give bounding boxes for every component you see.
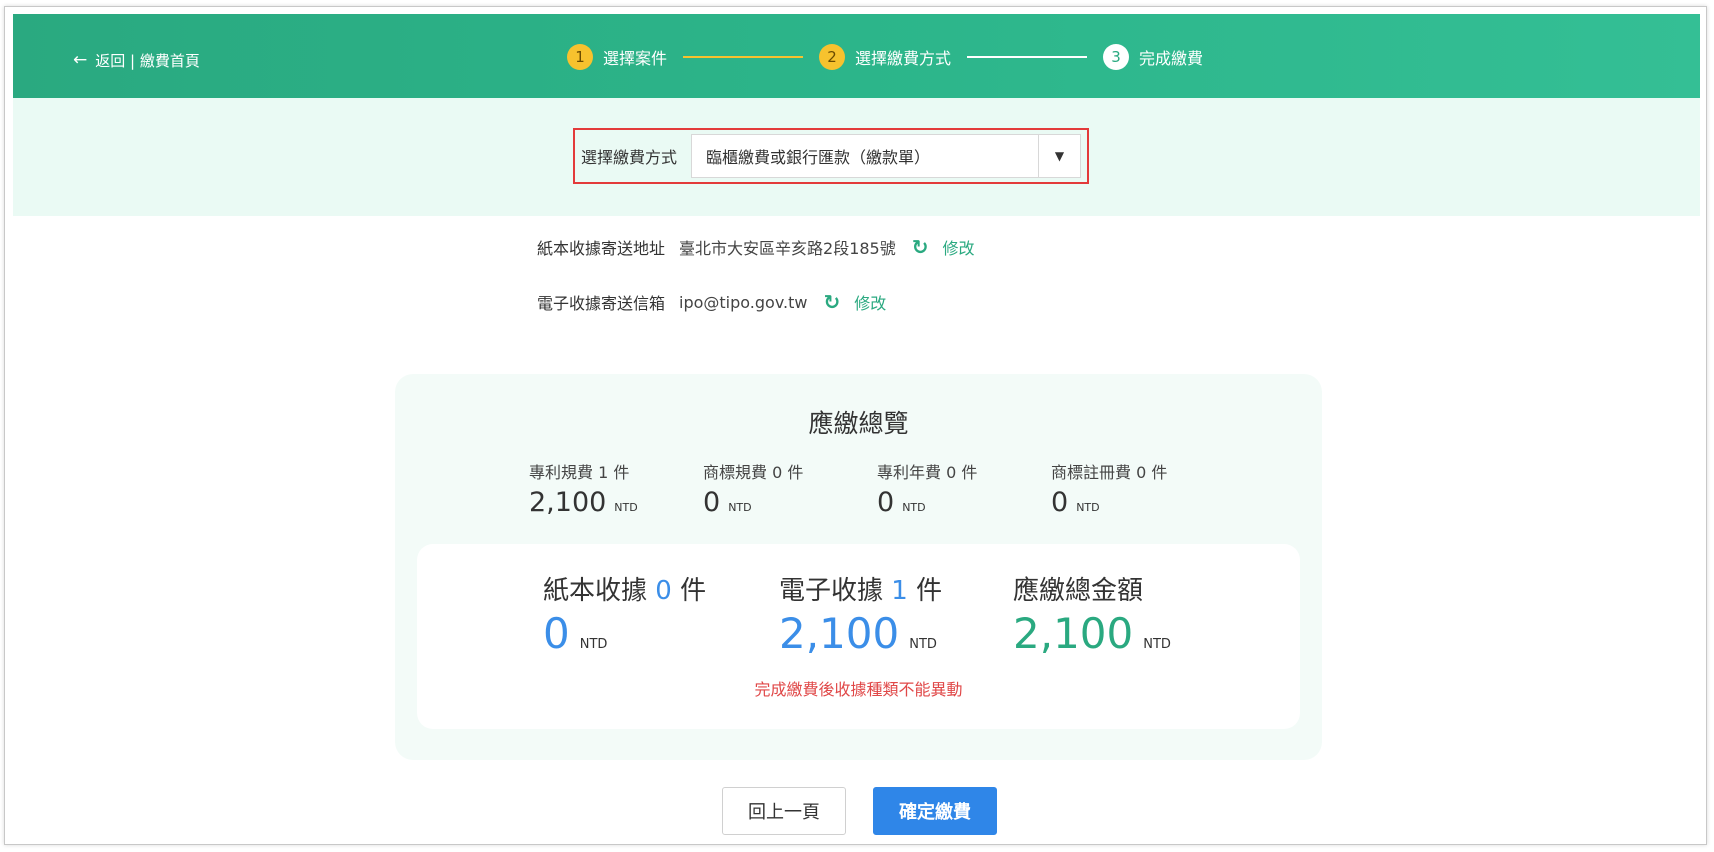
total-unit: NTD [1143, 637, 1171, 652]
step-3: 3 完成繳費 [1103, 44, 1203, 70]
total-label: 電子收據 1 件 [779, 576, 943, 606]
payment-method-highlight: 選擇繳費方式 臨櫃繳費或銀行匯款（繳款單） ▼ [573, 128, 1089, 184]
patent-fee-item: 專利規費 1 件 2,100 NTD [529, 459, 638, 518]
fee-amount: 0 [877, 487, 895, 518]
paper-receipt-count: 0 [655, 576, 672, 606]
paper-receipt-total: 紙本收據 0 件 0 NTD [543, 570, 706, 658]
fee-label: 專利年費 0 件 [877, 463, 978, 482]
total-label: 紙本收據 0 件 [543, 576, 707, 606]
fee-amount: 2,100 [529, 487, 607, 518]
electronic-receipt-total: 電子收據 1 件 2,100 NTD [779, 570, 942, 658]
email-receipt-label: 電子收據寄送信箱 [537, 294, 666, 313]
step-connector-2 [967, 56, 1088, 58]
totals-card: 紙本收據 0 件 0 NTD 電子收據 1 件 2,100 NTD 應繳總金額 … [417, 544, 1300, 729]
refresh-icon[interactable]: ↻ [824, 292, 841, 312]
back-link-label: 返回 | 繳費首頁 [95, 52, 200, 70]
step-connector-1 [683, 56, 804, 58]
grand-total-amount: 2,100 [1013, 609, 1134, 658]
total-unit: NTD [909, 637, 937, 652]
receipt-type-warning: 完成繳費後收據種類不能異動 [754, 680, 963, 699]
total-unit: NTD [579, 637, 608, 652]
payment-method-section: 選擇繳費方式 臨櫃繳費或銀行匯款（繳款單） ▼ [13, 98, 1700, 216]
arrow-left-icon: ← [73, 50, 88, 70]
payment-method-select[interactable]: 臨櫃繳費或銀行匯款（繳款單） ▼ [691, 134, 1081, 178]
electronic-receipt-count: 1 [891, 576, 908, 606]
paper-receipt-address-row: 紙本收據寄送地址 臺北市大安區辛亥路2段185號 ↻ 修改 [537, 235, 975, 259]
payment-method-value: 臨櫃繳費或銀行匯款（繳款單） [706, 148, 931, 167]
header-bar: ← 返回 | 繳費首頁 1 選擇案件 2 選擇繳費方式 3 完成繳費 [13, 14, 1700, 98]
patent-annual-fee-item: 專利年費 0 件 0 NTD [877, 459, 977, 518]
progress-steps: 1 選擇案件 2 選擇繳費方式 3 完成繳費 [567, 44, 1203, 70]
fee-unit: NTD [1076, 501, 1100, 514]
step-3-number: 3 [1103, 44, 1130, 70]
payment-method-label: 選擇繳費方式 [581, 148, 678, 167]
fee-amount: 0 [1051, 487, 1069, 518]
fee-unit: NTD [902, 501, 926, 514]
paper-receipt-address-label: 紙本收據寄送地址 [537, 239, 666, 258]
summary-title: 應繳總覽 [808, 409, 909, 438]
trademark-fee-item: 商標規費 0 件 0 NTD [703, 459, 803, 518]
page-frame: ← 返回 | 繳費首頁 1 選擇案件 2 選擇繳費方式 3 完成繳費 選擇繳費方… [4, 6, 1707, 845]
refresh-icon[interactable]: ↻ [912, 237, 929, 257]
dropdown-caret-icon[interactable]: ▼ [1038, 135, 1080, 177]
fee-label: 商標註冊費 0 件 [1051, 463, 1168, 482]
grand-total-label: 應繳總金額 [1013, 576, 1144, 606]
fee-unit: NTD [728, 501, 752, 514]
email-receipt-row: 電子收據寄送信箱 ipo@tipo.gov.tw ↻ 修改 [537, 290, 886, 314]
edit-address-link[interactable]: 修改 [943, 235, 975, 259]
fee-label: 商標規費 0 件 [703, 463, 804, 482]
trademark-registration-fee-item: 商標註冊費 0 件 0 NTD [1051, 459, 1167, 518]
step-2: 2 選擇繳費方式 [819, 44, 951, 70]
edit-email-link[interactable]: 修改 [854, 290, 886, 314]
fee-label: 專利規費 1 件 [529, 463, 630, 482]
step-2-label: 選擇繳費方式 [855, 49, 952, 68]
step-3-label: 完成繳費 [1139, 49, 1204, 68]
grand-total: 應繳總金額 2,100 NTD [1013, 570, 1171, 658]
fee-unit: NTD [614, 501, 638, 514]
step-2-number: 2 [819, 44, 846, 70]
fee-amount: 0 [703, 487, 721, 518]
email-receipt-value: ipo@tipo.gov.tw [679, 292, 808, 312]
paper-receipt-amount: 0 [543, 609, 570, 658]
payment-summary-card: 應繳總覽 專利規費 1 件 2,100 NTD 商標規費 0 件 0 NTD 專… [395, 374, 1322, 760]
electronic-receipt-amount: 2,100 [779, 609, 900, 658]
back-button[interactable]: 回上一頁 [722, 787, 846, 835]
step-1-number: 1 [567, 44, 593, 70]
step-1-label: 選擇案件 [603, 49, 668, 68]
step-1: 1 選擇案件 [567, 44, 667, 70]
confirm-payment-button[interactable]: 確定繳費 [873, 787, 997, 835]
paper-receipt-address-value: 臺北市大安區辛亥路2段185號 [679, 239, 896, 258]
back-to-payment-home-link[interactable]: ← 返回 | 繳費首頁 [73, 50, 200, 71]
